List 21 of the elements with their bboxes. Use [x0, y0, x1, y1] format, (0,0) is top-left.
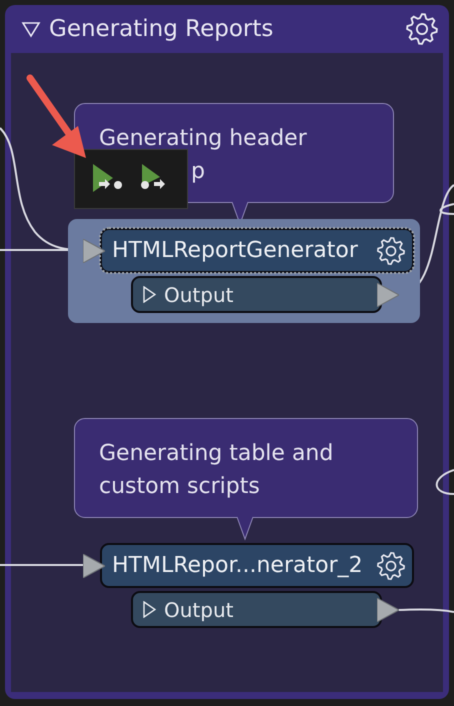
annotation-text: Generating header: [99, 125, 308, 153]
settings-icon[interactable]: [376, 550, 406, 580]
annotation-text: Generating table and: [99, 440, 334, 468]
output-port[interactable]: Output: [131, 591, 382, 628]
connection-line: [398, 608, 454, 613]
connection-line: [436, 469, 454, 495]
output-port-icon[interactable]: [377, 598, 399, 622]
expand-icon[interactable]: [143, 286, 156, 303]
bookmark-title: Generating Reports: [49, 16, 274, 42]
transformer-node[interactable]: HTMLRepor...nerator_2: [100, 543, 414, 588]
expand-icon[interactable]: [143, 601, 156, 618]
settings-icon[interactable]: [405, 12, 439, 46]
input-port-icon[interactable]: [83, 554, 105, 578]
output-port[interactable]: Output: [131, 276, 382, 313]
collapse-icon[interactable]: [21, 19, 41, 39]
transformer-node[interactable]: HTMLReportGenerator: [100, 228, 414, 273]
settings-icon[interactable]: [376, 236, 406, 266]
input-port-icon[interactable]: [83, 239, 105, 263]
annotation-text: p: [191, 158, 205, 186]
run-to-here-icon[interactable]: [90, 164, 122, 194]
annotation-text: custom scripts: [99, 473, 261, 501]
